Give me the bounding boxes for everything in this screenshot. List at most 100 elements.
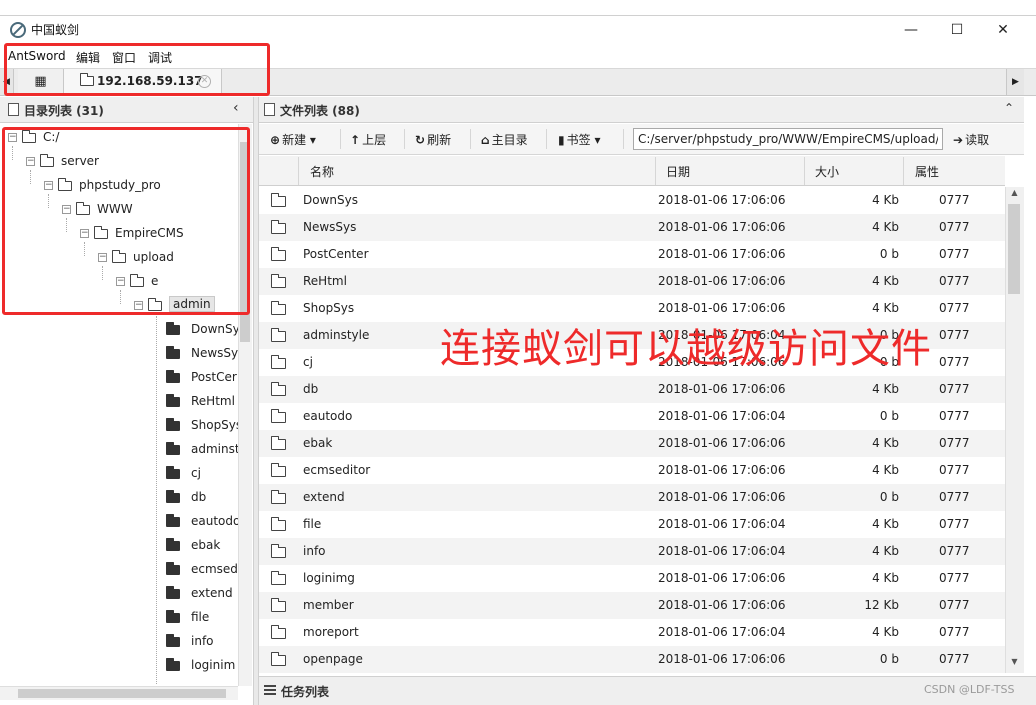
close-window-button[interactable]: ✕ — [980, 15, 1026, 46]
annotation-box-connection — [4, 43, 270, 96]
scroll-down-icon[interactable]: ▼ — [1005, 657, 1024, 666]
read-button[interactable]: ➔ 读取 — [953, 131, 989, 148]
dir-panel-collapse-icon[interactable]: ‹ — [233, 100, 239, 116]
maximize-button[interactable]: ☐ — [934, 15, 980, 46]
tree-leaf-label: adminst — [191, 442, 238, 456]
column-size[interactable]: 大小 — [815, 163, 839, 180]
column-divider — [804, 157, 805, 185]
bookmark-button[interactable]: ▮ 书签 ▾ — [558, 131, 600, 148]
folder-icon — [166, 538, 180, 551]
file-size: 4 Kb — [872, 544, 899, 558]
file-name: NewsSys — [303, 220, 357, 234]
task-panel-title: 任务列表 — [281, 685, 330, 699]
file-attr: 0777 — [939, 409, 970, 423]
file-name: db — [303, 382, 319, 396]
file-attr: 0777 — [939, 571, 970, 585]
table-row[interactable]: ebak 2018-01-06 17:06:06 4 Kb 0777 — [259, 430, 1005, 457]
up-button-label: 上层 — [362, 133, 387, 147]
file-size: 4 Kb — [872, 571, 899, 585]
bookmark-button-label: 书签 — [566, 133, 591, 147]
annotation-box-tree — [2, 127, 250, 315]
file-vertical-scroll-thumb[interactable] — [1008, 204, 1020, 294]
minimize-button[interactable]: — — [888, 15, 934, 46]
file-date: 2018-01-06 17:06:06 — [658, 301, 786, 315]
file-name: adminstyle — [303, 328, 370, 342]
folder-icon — [166, 466, 180, 479]
folder-icon — [271, 220, 286, 234]
file-attr: 0777 — [939, 490, 970, 504]
table-row[interactable]: file 2018-01-06 17:06:04 4 Kb 0777 — [259, 511, 1005, 538]
table-row[interactable]: ReHtml 2018-01-06 17:06:06 4 Kb 0777 — [259, 268, 1005, 295]
table-row[interactable]: eautodo 2018-01-06 17:06:04 0 b 0777 — [259, 403, 1005, 430]
table-row[interactable]: ecmseditor 2018-01-06 17:06:06 4 Kb 0777 — [259, 457, 1005, 484]
table-row[interactable]: NewsSys 2018-01-06 17:06:06 4 Kb 0777 — [259, 214, 1005, 241]
home-dir-button[interactable]: ⌂ 主目录 — [481, 131, 528, 148]
folder-icon — [271, 328, 286, 342]
folder-icon — [166, 634, 180, 647]
list-icon — [8, 103, 19, 116]
file-name: eautodo — [303, 409, 353, 423]
folder-icon — [271, 436, 286, 450]
file-attr: 0777 — [939, 463, 970, 477]
tab-scroll-right-icon[interactable]: ▶ — [1006, 69, 1024, 95]
tree-leaf-label: ReHtml — [191, 394, 235, 408]
folder-icon — [166, 370, 180, 383]
toolbar-divider — [404, 129, 405, 149]
file-date: 2018-01-06 17:06:06 — [658, 463, 786, 477]
column-name[interactable]: 名称 — [310, 163, 334, 180]
folder-icon — [166, 490, 180, 503]
task-panel-header[interactable] — [259, 676, 1036, 705]
column-divider — [903, 157, 904, 185]
folder-icon — [271, 490, 286, 504]
folder-icon — [271, 409, 286, 423]
new-button[interactable]: ⊕ 新建 ▾ — [270, 131, 316, 148]
table-row[interactable]: PostCenter 2018-01-06 17:06:06 0 b 0777 — [259, 241, 1005, 268]
table-row[interactable]: extend 2018-01-06 17:06:06 0 b 0777 — [259, 484, 1005, 511]
folder-icon — [271, 544, 286, 558]
table-row[interactable]: moreport 2018-01-06 17:06:04 4 Kb 0777 — [259, 619, 1005, 646]
antsword-logo-icon — [10, 22, 26, 38]
up-button[interactable]: ↑ 上层 — [350, 131, 386, 148]
folder-icon — [166, 394, 180, 407]
tree-leaf-label: db — [191, 490, 207, 504]
table-row[interactable]: DownSys 2018-01-06 17:06:06 4 Kb 0777 — [259, 187, 1005, 214]
folder-icon — [166, 586, 180, 599]
file-attr: 0777 — [939, 328, 970, 342]
file-attr: 0777 — [939, 598, 970, 612]
file-attr: 0777 — [939, 355, 970, 369]
file-size: 4 Kb — [872, 382, 899, 396]
column-divider — [655, 157, 656, 185]
table-row[interactable]: openpage 2018-01-06 17:06:06 0 b 0777 — [259, 646, 1005, 673]
tree-leaf-label: loginim — [191, 658, 236, 672]
file-date: 2018-01-06 17:06:06 — [658, 436, 786, 450]
folder-icon — [271, 463, 286, 477]
tree-leaf-label: extend — [191, 586, 233, 600]
column-attr[interactable]: 属性 — [915, 163, 939, 180]
read-button-label: 读取 — [965, 133, 990, 147]
folder-icon — [166, 610, 180, 623]
path-input[interactable] — [633, 128, 943, 150]
dir-panel-title: 目录列表 (31) — [24, 104, 104, 118]
file-size: 4 Kb — [872, 517, 899, 531]
file-date: 2018-01-06 17:06:06 — [658, 490, 786, 504]
file-date: 2018-01-06 17:06:04 — [658, 409, 786, 423]
folder-icon — [271, 301, 286, 315]
table-row[interactable]: db 2018-01-06 17:06:06 4 Kb 0777 — [259, 376, 1005, 403]
folder-icon — [271, 193, 286, 207]
file-panel-collapse-icon[interactable]: ⌃ — [1004, 101, 1014, 115]
file-table-header — [259, 156, 1005, 186]
table-row[interactable]: loginimg 2018-01-06 17:06:06 4 Kb 0777 — [259, 565, 1005, 592]
table-row[interactable]: member 2018-01-06 17:06:06 12 Kb 0777 — [259, 592, 1005, 619]
arrow-up-icon: ↑ — [350, 133, 361, 147]
file-size: 0 b — [879, 652, 899, 666]
column-date[interactable]: 日期 — [666, 163, 690, 180]
folder-icon — [166, 658, 180, 671]
file-attr: 0777 — [939, 247, 970, 261]
tree-leaf-label: DownSy — [191, 322, 238, 336]
folder-icon — [166, 562, 180, 575]
scroll-up-icon[interactable]: ▲ — [1005, 188, 1024, 197]
toolbar-divider — [340, 129, 341, 149]
table-row[interactable]: info 2018-01-06 17:06:04 4 Kb 0777 — [259, 538, 1005, 565]
tree-horizontal-scroll-thumb[interactable] — [18, 689, 226, 698]
refresh-button[interactable]: ↻ 刷新 — [415, 131, 451, 148]
